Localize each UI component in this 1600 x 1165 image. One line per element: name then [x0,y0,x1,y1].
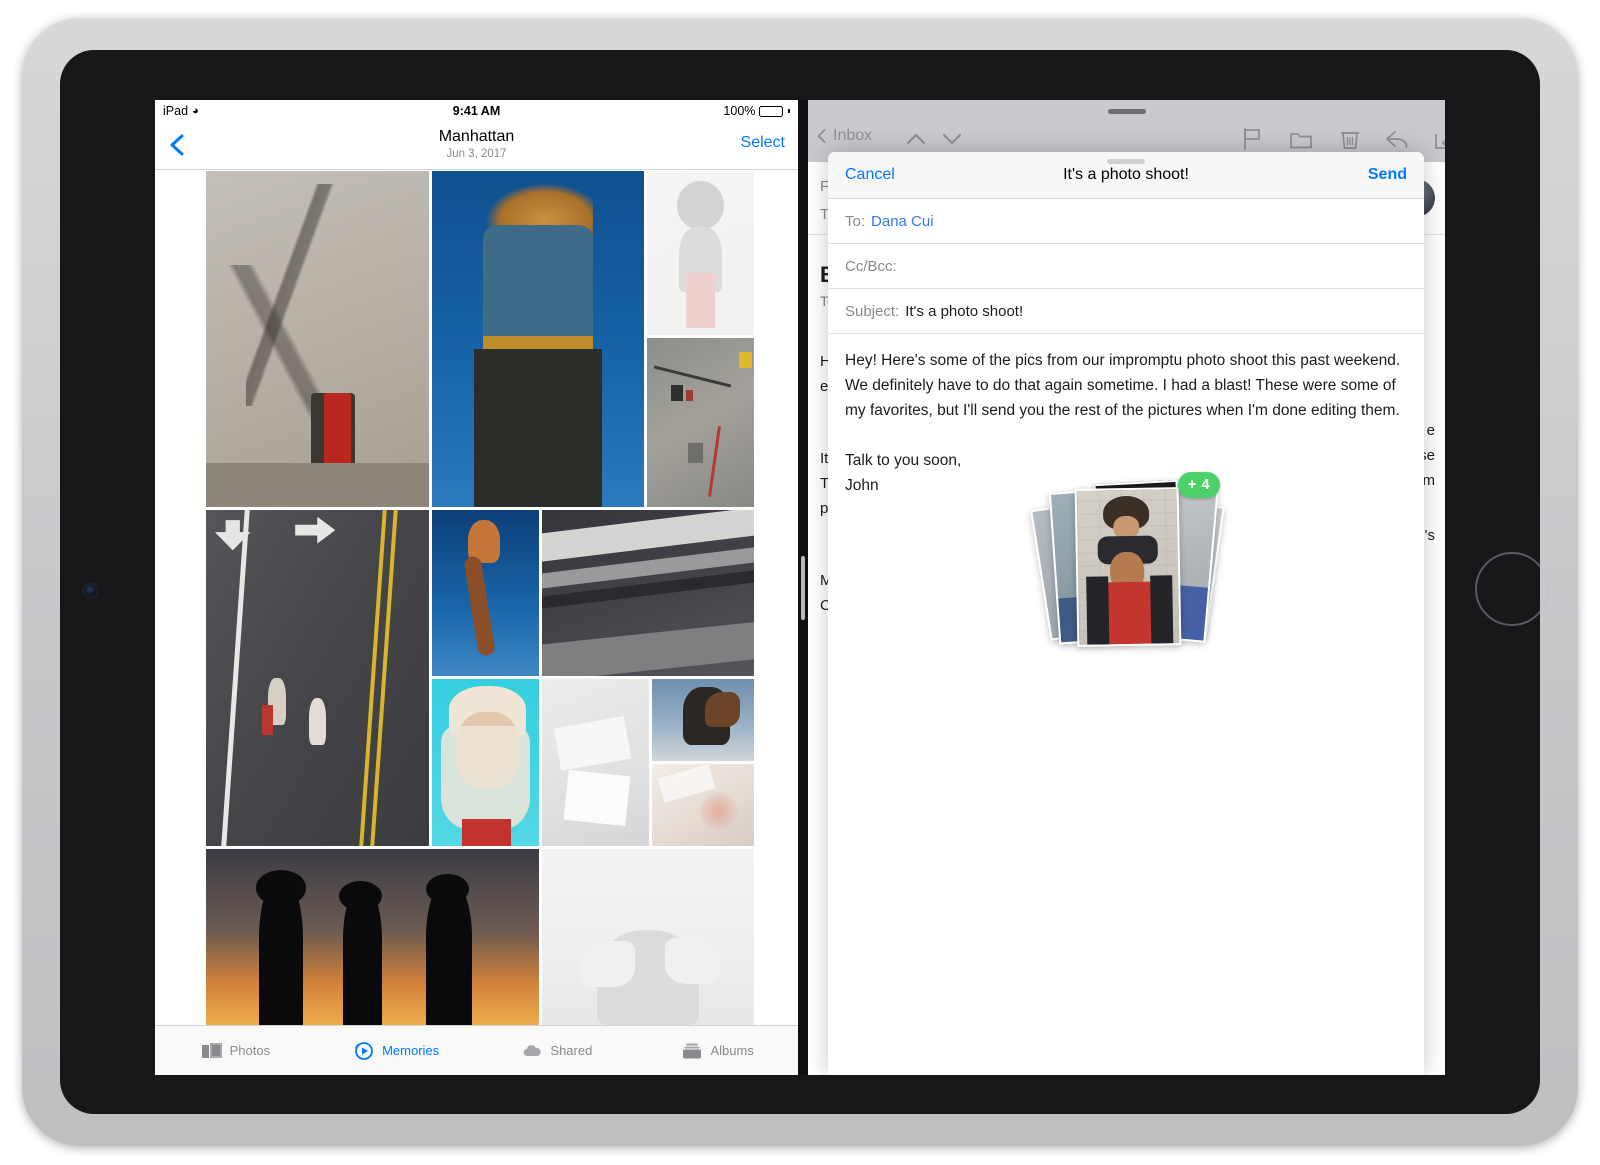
select-button[interactable]: Select [741,134,785,152]
photo-drag-stack[interactable]: + 4 [1038,482,1214,650]
photo-tile-hair-toss[interactable] [652,679,754,761]
subject-field-value: It's a photo shoot! [905,303,1023,320]
compose-drag-handle[interactable] [1107,159,1145,164]
ipad-device-frame: iPad ◕ 9:41 AM 100% Manhattan Jun 3, [22,18,1578,1146]
photo-tile-two-women-wall-ghost[interactable] [647,171,754,335]
cc-bcc-field[interactable]: Cc/Bcc: [828,244,1424,289]
background-right-fragment-1: e [1427,422,1435,439]
compose-icon[interactable] [1432,126,1445,152]
tab-shared-label: Shared [550,1043,592,1058]
front-camera-icon [84,584,97,597]
photo-tile-lens-flare[interactable] [652,764,754,846]
split-view-divider[interactable] [798,100,808,1075]
compose-sheet: Cancel It's a photo shoot! Send To: Dana… [828,152,1424,1075]
compose-header: Cancel It's a photo shoot! Send [828,152,1424,199]
send-button[interactable]: Send [1368,166,1407,184]
subject-field-label: Subject: [845,303,899,320]
photos-tab-bar: Photos Memories [155,1025,798,1075]
home-button[interactable] [1475,552,1549,626]
photo-tile-hand-sky[interactable] [432,510,539,676]
to-field-value: Dana Cui [871,213,934,230]
photo-tile-blue-sky-portrait[interactable] [432,171,644,507]
tab-memories-label: Memories [382,1043,439,1058]
status-bar: iPad ◕ 9:41 AM 100% [155,100,798,122]
tab-albums[interactable]: Albums [637,1041,798,1061]
photo-tile-overpass[interactable] [542,510,754,676]
photo-tile-white-bed[interactable] [542,849,754,1026]
folder-icon[interactable] [1288,126,1314,152]
inbox-back-button[interactable]: Inbox [816,127,872,145]
status-bar-right: 100% [723,104,790,118]
inbox-back-label: Inbox [833,127,872,145]
photo-tile-white-abstract[interactable] [542,679,649,846]
cc-bcc-field-label: Cc/Bcc: [845,258,897,275]
compose-title: It's a photo shoot! [828,166,1424,184]
mail-app-pane: Inbox [808,100,1445,1075]
compose-body[interactable]: Hey! Here's some of the pics from our im… [845,348,1407,498]
photo-tile-blonde-portrait[interactable] [432,679,539,846]
split-view-grip[interactable] [801,556,805,620]
reply-icon[interactable] [1384,126,1410,152]
photos-title-block: Manhattan Jun 3, 2017 [155,127,798,162]
tab-photos-label: Photos [230,1043,270,1058]
photos-icon [201,1041,223,1061]
mail-drag-handle[interactable] [1108,109,1146,114]
flag-icon[interactable] [1239,126,1265,152]
background-right-fragment-4: 's [1425,527,1435,544]
photo-grid [206,171,754,1026]
drag-stack-card-front [1075,487,1182,647]
photo-tile-wall-shadow[interactable] [206,171,429,507]
trash-icon[interactable] [1337,126,1363,152]
to-field[interactable]: To: Dana Cui [828,199,1424,244]
photo-tile-sunset-silhouettes[interactable] [206,849,539,1026]
previous-message-chevron-up-icon[interactable] [903,128,929,150]
attachment-count-badge: + 4 [1178,472,1220,498]
subject-field[interactable]: Subject: It's a photo shoot! [828,289,1424,334]
chevron-left-icon [816,127,828,145]
to-field-label: To: [845,213,865,230]
photos-navigation-bar: Manhattan Jun 3, 2017 Select [155,122,798,170]
photo-tile-overhead-plaza[interactable] [647,338,754,507]
albums-icon [681,1041,703,1061]
status-bar-clock: 9:41 AM [155,104,798,118]
tab-shared[interactable]: Shared [477,1041,638,1061]
tab-albums-label: Albums [710,1043,753,1058]
next-message-chevron-down-icon[interactable] [939,128,965,150]
compose-body-paragraph-1: Hey! Here's some of the pics from our im… [845,348,1407,423]
page-subtitle: Jun 3, 2017 [155,146,798,162]
shared-cloud-icon [521,1041,543,1061]
battery-full-icon [759,106,783,117]
page-title: Manhattan [155,127,798,146]
tab-memories[interactable]: Memories [316,1041,477,1061]
memories-icon [353,1041,375,1061]
battery-percent-label: 100% [723,104,755,118]
photo-tile-road-aerial[interactable] [206,510,429,846]
photos-app-pane: iPad ◕ 9:41 AM 100% Manhattan Jun 3, [155,100,798,1075]
ipad-screen: iPad ◕ 9:41 AM 100% Manhattan Jun 3, [155,100,1445,1075]
tab-photos[interactable]: Photos [155,1041,316,1061]
